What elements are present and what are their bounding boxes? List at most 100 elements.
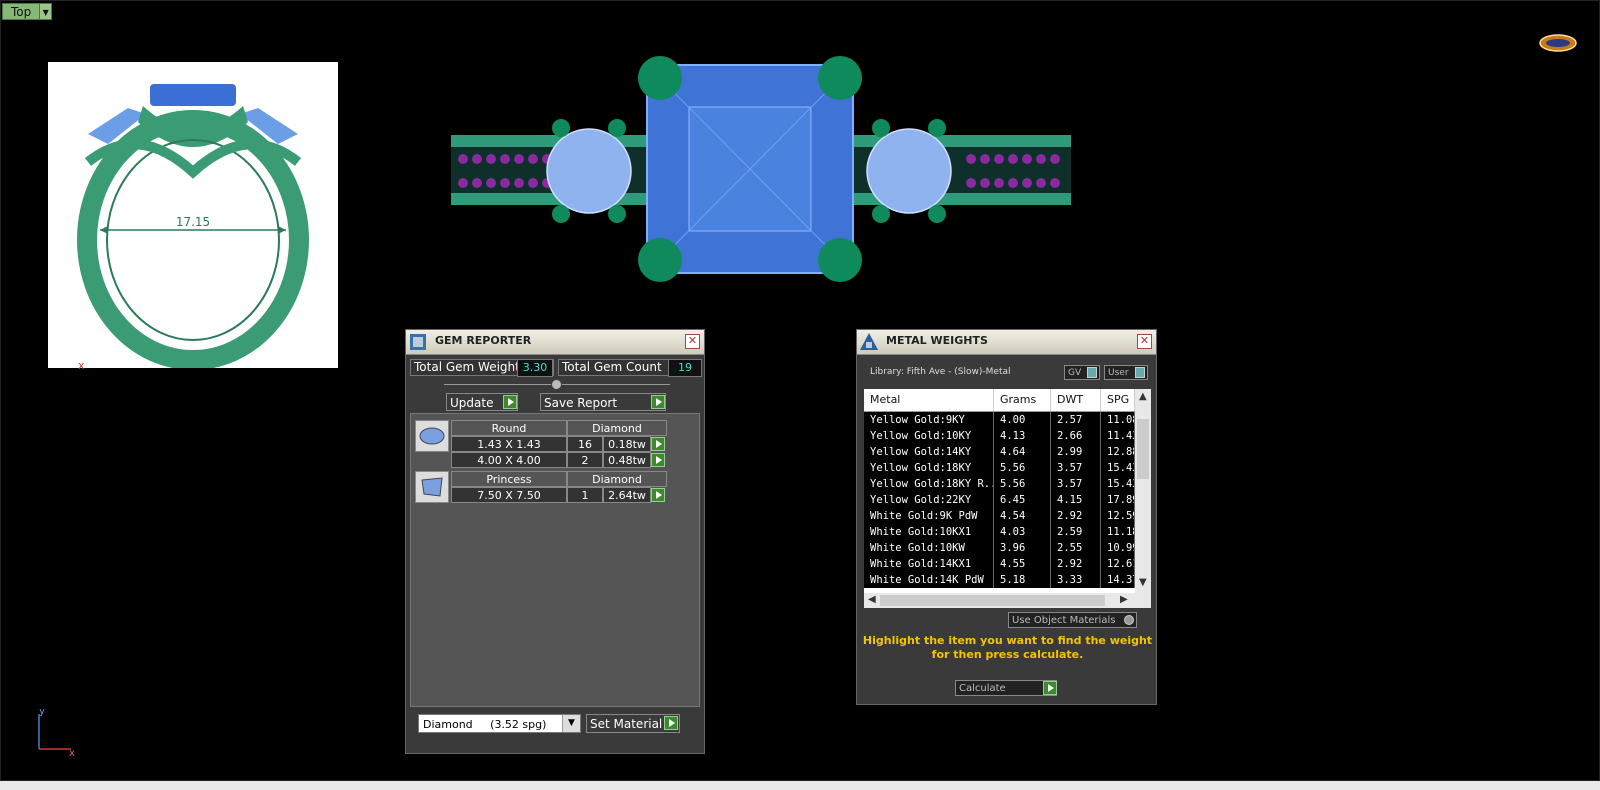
group2-row1-play-icon[interactable] [651,488,665,502]
scroll-down-icon[interactable]: ▼ [1139,577,1147,588]
group1-row1-size[interactable]: 1.43 X 1.43 [451,436,567,452]
table-row[interactable]: Yellow Gold:10KY4.132.6611.43 [864,428,1135,444]
user-toggle-switch[interactable] [1135,367,1145,378]
calculate-play-icon[interactable] [1043,681,1057,695]
metal-cell[interactable]: White Gold:10KX1 [864,524,994,540]
grams-cell[interactable]: 5.56 [994,460,1051,476]
table-row[interactable]: Yellow Gold:18KY5.563.5715.43 [864,460,1135,476]
metal-cell[interactable]: White Gold:10KW [864,540,994,556]
col-spg[interactable]: SPG [1101,389,1135,411]
grams-cell[interactable]: 4.64 [994,444,1051,460]
group1-row1-play-icon[interactable] [651,437,665,451]
grams-cell[interactable]: 4.54 [994,508,1051,524]
user-toggle[interactable]: User [1104,365,1148,380]
metal-cell[interactable]: White Gold:14KX1 [864,556,994,572]
grams-cell[interactable]: 5.18 [994,572,1051,588]
table-row[interactable]: Yellow Gold:14KY4.642.9912.88 [864,444,1135,460]
vertical-scroll-thumb[interactable] [1137,419,1149,479]
metal-weights-panel[interactable]: METAL WEIGHTS ✕ Library: Fifth Ave - (Sl… [856,329,1157,705]
dwt-cell[interactable]: 3.57 [1051,476,1101,492]
dwt-cell[interactable]: 2.55 [1051,540,1101,556]
metal-cell[interactable]: Yellow Gold:18KY R... [864,476,994,492]
spg-cell[interactable]: 11.18 [1101,524,1135,540]
metal-cell[interactable]: Yellow Gold:14KY [864,444,994,460]
spg-cell[interactable]: 11.08 [1101,412,1135,428]
group1-row1-count[interactable]: 16 [567,436,603,452]
dwt-cell[interactable]: 4.15 [1051,492,1101,508]
gem-reporter-panel[interactable]: GEM REPORTER ✕ Total Gem Weight 3.30 Tot… [405,329,705,754]
dwt-cell[interactable]: 2.99 [1051,444,1101,460]
princess-gem-thumbnail[interactable] [415,471,449,503]
group1-row1-weight[interactable]: 0.18tw [603,436,651,452]
spg-cell[interactable]: 17.89 [1101,492,1135,508]
col-metal[interactable]: Metal [864,389,994,411]
gv-toggle[interactable]: GV [1064,365,1100,380]
spg-cell[interactable]: 12.88 [1101,444,1135,460]
metal-cell[interactable]: Yellow Gold:22KY [864,492,994,508]
calculate-button[interactable]: Calculate [955,680,1057,696]
dwt-cell[interactable]: 3.33 [1051,572,1101,588]
close-icon[interactable]: ✕ [1137,334,1152,349]
grams-cell[interactable]: 4.13 [994,428,1051,444]
grams-cell[interactable]: 4.55 [994,556,1051,572]
col-grams[interactable]: Grams [994,389,1051,411]
chevron-down-icon[interactable]: ▼ [40,3,53,20]
table-row[interactable]: Yellow Gold:18KY R...5.563.5715.43 [864,476,1135,492]
grams-cell[interactable]: 4.03 [994,524,1051,540]
grams-cell[interactable]: 3.96 [994,540,1051,556]
vertical-scrollbar[interactable]: ▲ ▼ [1135,389,1151,593]
spg-cell[interactable]: 11.43 [1101,428,1135,444]
table-row[interactable]: White Gold:9K PdW4.542.9212.59 [864,508,1135,524]
grams-cell[interactable]: 6.45 [994,492,1051,508]
gv-toggle-switch[interactable] [1087,367,1097,378]
metal-cell[interactable]: Yellow Gold:18KY [864,460,994,476]
horizontal-scrollbar[interactable]: ◀ ▶ [864,593,1151,608]
save-report-play-icon[interactable] [651,395,665,409]
save-report-button[interactable]: Save Report [540,393,666,411]
group1-row2-play-icon[interactable] [651,453,665,467]
metal-cell[interactable]: White Gold:14K PdW [864,572,994,588]
ring-top-view[interactable] [441,43,1081,305]
gem-reporter-titlebar[interactable]: GEM REPORTER ✕ [406,330,704,355]
close-icon[interactable]: ✕ [685,334,700,349]
use-object-materials-toggle[interactable]: Use Object Materials [1008,612,1137,628]
view-label[interactable]: Top [2,3,41,20]
spg-cell[interactable]: 15.43 [1101,460,1135,476]
table-row[interactable]: Yellow Gold:22KY6.454.1517.89 [864,492,1135,508]
group1-row2-size[interactable]: 4.00 X 4.00 [451,452,567,468]
col-dwt[interactable]: DWT [1051,389,1101,411]
table-row[interactable]: White Gold:14K PdW5.183.3314.37 [864,572,1135,588]
spg-cell[interactable]: 14.37 [1101,572,1135,588]
dwt-cell[interactable]: 2.59 [1051,524,1101,540]
group2-row1-weight[interactable]: 2.64tw [603,487,651,503]
spg-cell[interactable]: 12.59 [1101,508,1135,524]
update-play-icon[interactable] [503,395,517,409]
grams-cell[interactable]: 5.56 [994,476,1051,492]
dwt-cell[interactable]: 2.66 [1051,428,1101,444]
metal-cell[interactable]: Yellow Gold:9KY [864,412,994,428]
group1-row2-count[interactable]: 2 [567,452,603,468]
metal-cell[interactable]: Yellow Gold:10KY [864,428,994,444]
metal-table[interactable]: Metal Grams DWT SPG Yellow Gold:9KY 4.00 2… [864,389,1151,608]
navigation-compass-icon[interactable] [1539,33,1577,57]
table-row[interactable]: White Gold:10KX14.032.5911.18 [864,524,1135,540]
grams-cell[interactable]: 4.00 [994,412,1051,428]
group1-row2-weight[interactable]: 0.48tw [603,452,651,468]
set-material-play-icon[interactable] [664,716,678,730]
dwt-cell[interactable]: 2.57 [1051,412,1101,428]
view-selector[interactable]: Top ▼ [2,3,53,20]
dwt-cell[interactable]: 2.92 [1051,556,1101,572]
group2-row1-size[interactable]: 7.50 X 7.50 [451,487,567,503]
metal-weights-titlebar[interactable]: METAL WEIGHTS ✕ [857,330,1156,355]
scroll-right-icon[interactable]: ▶ [1120,594,1128,605]
group2-row1-count[interactable]: 1 [567,487,603,503]
table-row[interactable]: Yellow Gold:9KY4.002.5711.08 [864,412,1135,428]
round-gem-thumbnail[interactable] [415,420,449,452]
spg-cell[interactable]: 12.61 [1101,556,1135,572]
dwt-cell[interactable]: 2.92 [1051,508,1101,524]
scroll-up-icon[interactable]: ▲ [1139,391,1147,402]
dwt-cell[interactable]: 3.57 [1051,460,1101,476]
material-select[interactable]: Diamond (3.52 spg) ▼ [418,714,581,733]
use-object-materials-radio[interactable] [1124,615,1134,625]
3d-viewport[interactable]: Top ▼ 17.15 x y x GEM REPORTER ✕ Total G… [0,0,1600,781]
